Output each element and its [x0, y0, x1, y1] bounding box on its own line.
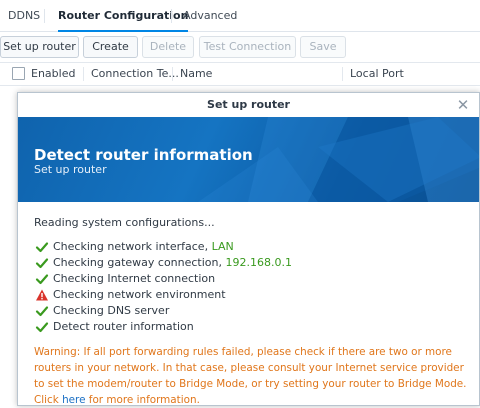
check-icon	[35, 320, 49, 334]
check-icon	[35, 304, 49, 318]
tab-divider	[171, 9, 172, 23]
check-item: Checking gateway connection, 192.168.0.1	[34, 255, 474, 271]
tab-ddns[interactable]: DDNS	[8, 0, 40, 31]
warning-triangle-icon	[35, 288, 49, 302]
select-all-checkbox[interactable]	[12, 67, 25, 80]
banner-subtitle: Set up router	[34, 163, 107, 176]
check-item-label: Checking network interface,	[53, 240, 212, 253]
more-info-link[interactable]: here	[62, 394, 85, 406]
column-local-port[interactable]: Local Port	[350, 63, 404, 85]
warning-message: Warning: If all port forwarding rules fa…	[34, 344, 474, 408]
create-button[interactable]: Create	[83, 36, 138, 58]
check-item-value: LAN	[211, 240, 234, 253]
delete-button[interactable]: Delete	[142, 36, 194, 58]
reading-status: Reading system configurations...	[34, 216, 215, 229]
column-connection-type[interactable]: Connection Te...	[91, 63, 179, 85]
check-item: Checking network environment	[34, 287, 474, 303]
check-item: Checking network interface, LAN	[34, 239, 474, 255]
warning-tail: for more information.	[85, 394, 200, 406]
tab-divider	[44, 9, 45, 23]
toolbar: Set up router Create Delete Test Connect…	[0, 36, 480, 58]
check-icon	[35, 272, 49, 286]
tab-advanced[interactable]: Advanced	[183, 0, 237, 31]
check-item-label: Checking DNS server	[53, 304, 170, 317]
check-item: Checking DNS server	[34, 303, 474, 319]
dialog-title: Set up router	[207, 98, 290, 111]
check-item: Checking Internet connection	[34, 271, 474, 287]
setup-router-dialog: Set up router ✕ Detect router informatio…	[17, 92, 480, 406]
check-item-value: 192.168.0.1	[225, 256, 292, 269]
setup-router-button[interactable]: Set up router	[0, 36, 79, 58]
check-icon	[35, 240, 49, 254]
column-enabled[interactable]: Enabled	[31, 63, 75, 85]
check-list: Checking network interface, LAN Checking …	[34, 239, 474, 335]
check-item: Detect router information	[34, 319, 474, 335]
tab-router-configuration[interactable]: Router Configuration	[58, 0, 189, 32]
check-item-label: Checking gateway connection,	[53, 256, 226, 269]
table-header: Enabled Connection Te... Name Local Port	[0, 62, 480, 86]
column-name[interactable]: Name	[180, 63, 212, 85]
check-item-label: Detect router information	[53, 320, 194, 333]
close-icon[interactable]: ✕	[453, 95, 473, 115]
save-button[interactable]: Save	[300, 36, 346, 58]
banner-title: Detect router information	[34, 146, 253, 164]
column-divider	[342, 67, 343, 81]
check-item-label: Checking Internet connection	[53, 272, 216, 285]
tab-bar: DDNS Router Configuration Advanced	[0, 0, 480, 32]
check-item-label: Checking network environment	[53, 288, 226, 301]
test-connection-button[interactable]: Test Connection	[199, 36, 296, 58]
dialog-banner: Detect router information Set up router	[18, 117, 479, 202]
check-icon	[35, 256, 49, 270]
column-divider	[172, 67, 173, 81]
column-divider	[83, 67, 84, 81]
dialog-content: Reading system configurations... Checkin…	[34, 215, 474, 408]
